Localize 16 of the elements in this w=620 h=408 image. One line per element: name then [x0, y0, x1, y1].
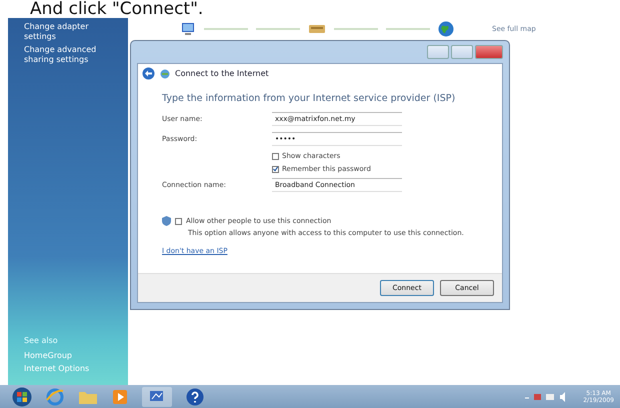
sidebar-link[interactable]: Change adapter settings	[24, 22, 122, 42]
back-icon[interactable]	[142, 67, 155, 80]
globe-icon	[438, 21, 454, 37]
checkbox[interactable]	[272, 152, 279, 160]
computer-icon	[180, 21, 196, 37]
sidebar-link[interactable]: Change advanced sharing settings	[24, 45, 122, 65]
dialog-title: Connect to the Internet	[175, 69, 269, 78]
help-icon[interactable]	[186, 388, 204, 406]
checkbox[interactable]	[272, 166, 279, 172]
start-button[interactable]	[12, 386, 32, 406]
see-also-heading: See also	[24, 336, 59, 345]
instruction-heading: Type the information from your Internet service provider (ISP)	[162, 93, 456, 104]
shield-icon	[162, 216, 171, 226]
media-player-icon[interactable]	[112, 388, 128, 404]
caption: And click "Connect".	[29, 0, 204, 18]
checkbox[interactable]	[175, 218, 182, 224]
